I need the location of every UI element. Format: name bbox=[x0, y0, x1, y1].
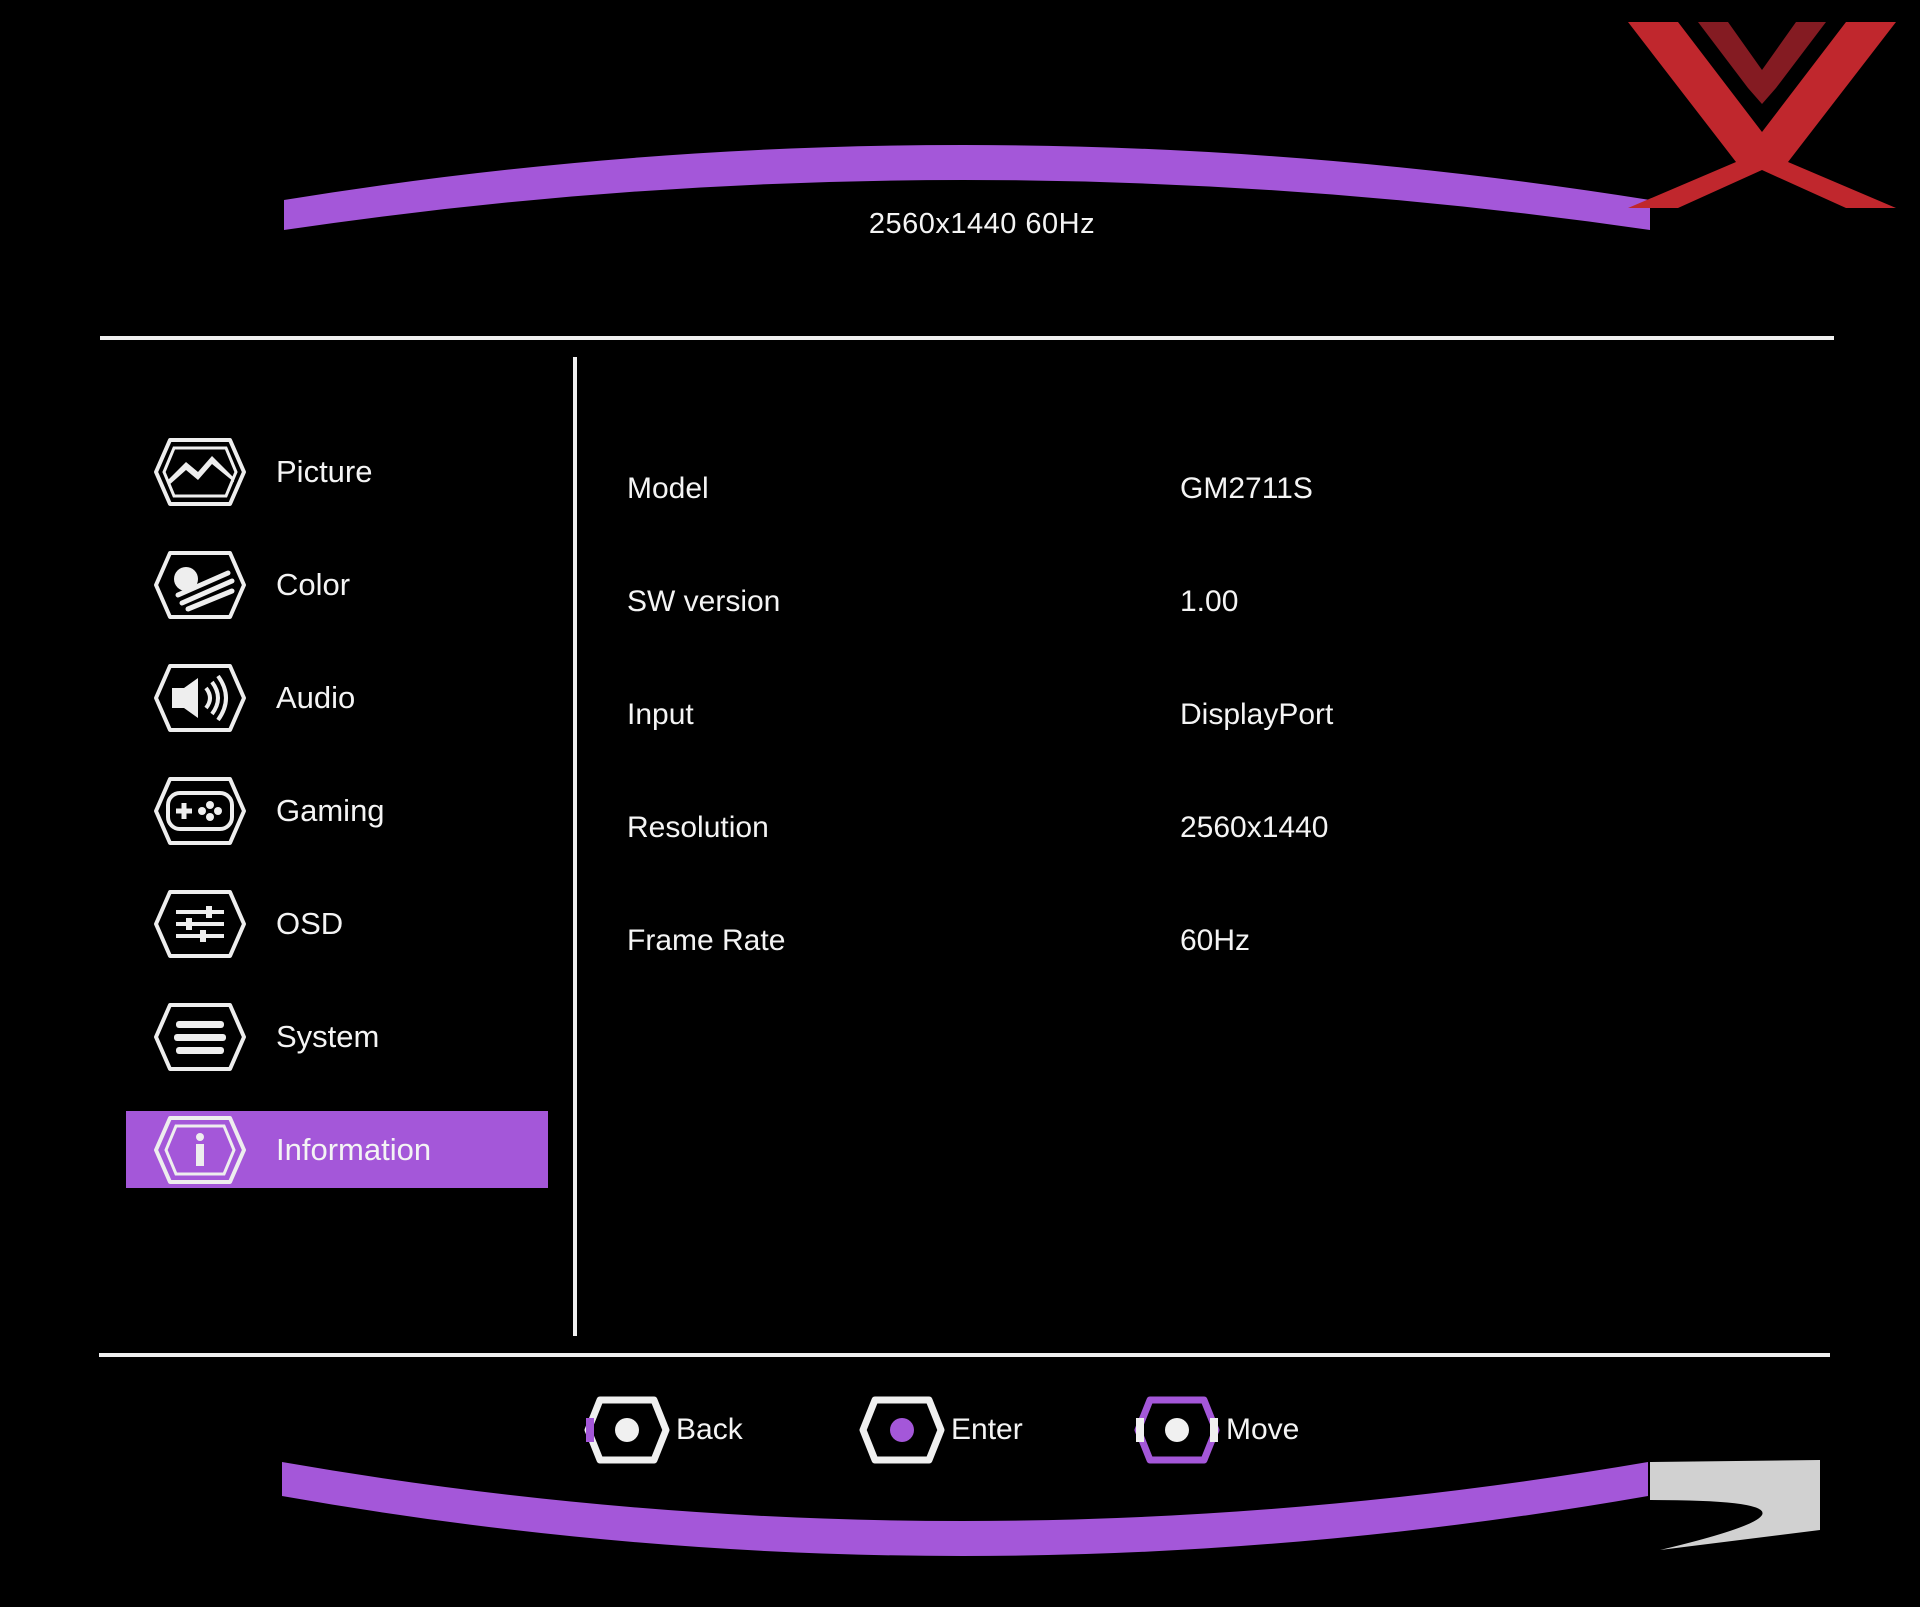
info-label: Model bbox=[627, 472, 709, 505]
menu-item-gaming[interactable]: Gaming bbox=[126, 772, 548, 849]
system-menu-icon bbox=[154, 1002, 246, 1071]
menu-label: Gaming bbox=[276, 792, 385, 828]
color-icon bbox=[154, 550, 246, 619]
osd-sliders-icon bbox=[154, 889, 246, 958]
menu-item-audio[interactable]: Audio bbox=[126, 659, 548, 736]
info-icon bbox=[154, 1115, 246, 1184]
bottom-accent-arc bbox=[282, 1460, 1820, 1556]
menu-item-osd[interactable]: OSD bbox=[126, 885, 548, 962]
menu-label: Information bbox=[276, 1131, 432, 1167]
picture-icon bbox=[154, 437, 246, 506]
top-divider bbox=[100, 336, 1834, 340]
info-label: Resolution bbox=[627, 811, 769, 844]
info-row-resolution: Resolution 2560x1440 bbox=[627, 804, 1627, 917]
menu-item-system[interactable]: System bbox=[126, 998, 548, 1075]
menu-item-picture[interactable]: Picture bbox=[126, 433, 548, 510]
info-value: GM2711S bbox=[1180, 472, 1313, 505]
info-label: Frame Rate bbox=[627, 924, 786, 957]
bottom-divider bbox=[99, 1353, 1830, 1357]
main-menu: Picture Color Audio Gaming OSD System In… bbox=[126, 433, 548, 1224]
information-panel: Model GM2711S SW version 1.00 Input Disp… bbox=[627, 465, 1627, 1030]
menu-item-information[interactable]: Information bbox=[126, 1111, 548, 1188]
menu-label: Picture bbox=[276, 453, 373, 489]
info-row-frame-rate: Frame Rate 60Hz bbox=[627, 917, 1627, 1030]
menu-label: System bbox=[276, 1018, 380, 1054]
info-value: 1.00 bbox=[1180, 585, 1239, 618]
info-value: 2560x1440 bbox=[1180, 811, 1329, 844]
info-label: SW version bbox=[627, 585, 781, 618]
menu-label: OSD bbox=[276, 905, 344, 941]
menu-label: Color bbox=[276, 566, 351, 602]
info-label: Input bbox=[627, 698, 694, 731]
hardwareluxx-logo bbox=[1628, 22, 1896, 208]
gaming-icon bbox=[154, 776, 246, 845]
vertical-divider bbox=[573, 357, 577, 1336]
info-value: 60Hz bbox=[1180, 924, 1251, 957]
audio-icon bbox=[154, 663, 246, 732]
menu-item-color[interactable]: Color bbox=[126, 546, 548, 623]
menu-label: Audio bbox=[276, 679, 356, 715]
info-row-input: Input DisplayPort bbox=[627, 691, 1627, 804]
info-row-model: Model GM2711S bbox=[627, 465, 1627, 578]
current-signal-title: 2560x1440 60Hz bbox=[868, 208, 1096, 240]
info-row-sw-version: SW version 1.00 bbox=[627, 578, 1627, 691]
info-value: DisplayPort bbox=[1180, 698, 1334, 731]
